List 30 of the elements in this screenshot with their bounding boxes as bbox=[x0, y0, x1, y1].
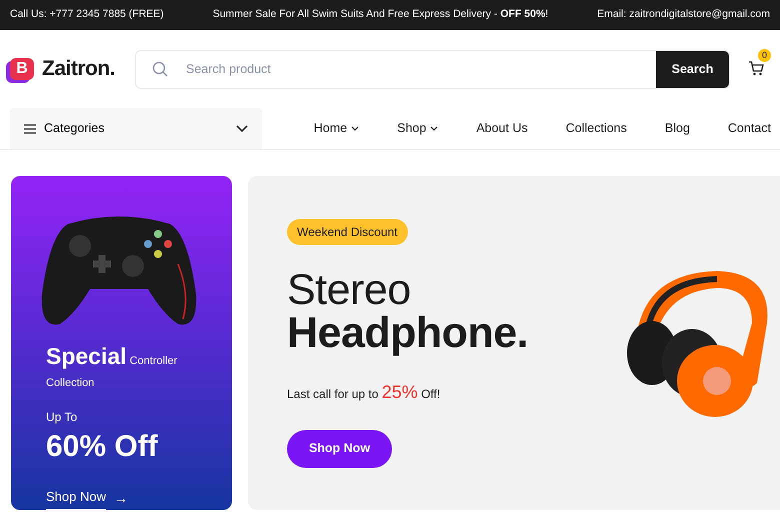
logo-text[interactable]: Zaitron. bbox=[42, 53, 115, 85]
nav-link[interactable]: Blog bbox=[664, 119, 690, 138]
cart-icon[interactable] bbox=[748, 61, 764, 76]
nav-link[interactable]: Contact bbox=[728, 119, 771, 138]
logo-icon[interactable]: B bbox=[10, 58, 34, 80]
caret-icon bbox=[430, 126, 438, 131]
discount-badge: Weekend Discount bbox=[287, 218, 408, 244]
phone-text: Call Us: +777 2345 7885 (FREE) bbox=[10, 7, 164, 22]
hero-title: Stereo Headphone. bbox=[287, 268, 530, 354]
email-text: Email: zaitrondigitalstore@gmail.com bbox=[597, 7, 770, 22]
promo-heading: Special Controller Collection bbox=[46, 342, 178, 391]
cart-count: 0 bbox=[758, 49, 771, 62]
search-icon bbox=[152, 61, 168, 77]
menu-icon bbox=[24, 124, 36, 134]
categories-button[interactable]: Categories bbox=[10, 108, 262, 149]
nav-link[interactable]: About Us bbox=[476, 119, 528, 138]
promo-subtitle: Up To bbox=[46, 409, 78, 426]
offer-text: Last call for up to 25% Off! bbox=[287, 380, 442, 404]
arrow-icon: → bbox=[114, 488, 128, 510]
search-button[interactable]: Search bbox=[656, 50, 729, 88]
caret-icon bbox=[351, 126, 360, 131]
shop-now-button[interactable]: Shop Now bbox=[287, 430, 392, 468]
promo-text: Summer Sale For All Swim Suits And Free Express Delivery - OFF 50%! bbox=[212, 7, 548, 22]
shop-now-link[interactable]: Shop Now bbox=[46, 487, 106, 510]
chevron-icon bbox=[236, 125, 248, 132]
search-field[interactable]: Search product Search bbox=[135, 50, 730, 88]
discount-text: 60% Off bbox=[46, 430, 159, 464]
nav-link[interactable]: Shop bbox=[397, 119, 438, 138]
nav-link[interactable]: Home bbox=[314, 119, 360, 138]
nav-link[interactable]: Collections bbox=[566, 119, 627, 138]
